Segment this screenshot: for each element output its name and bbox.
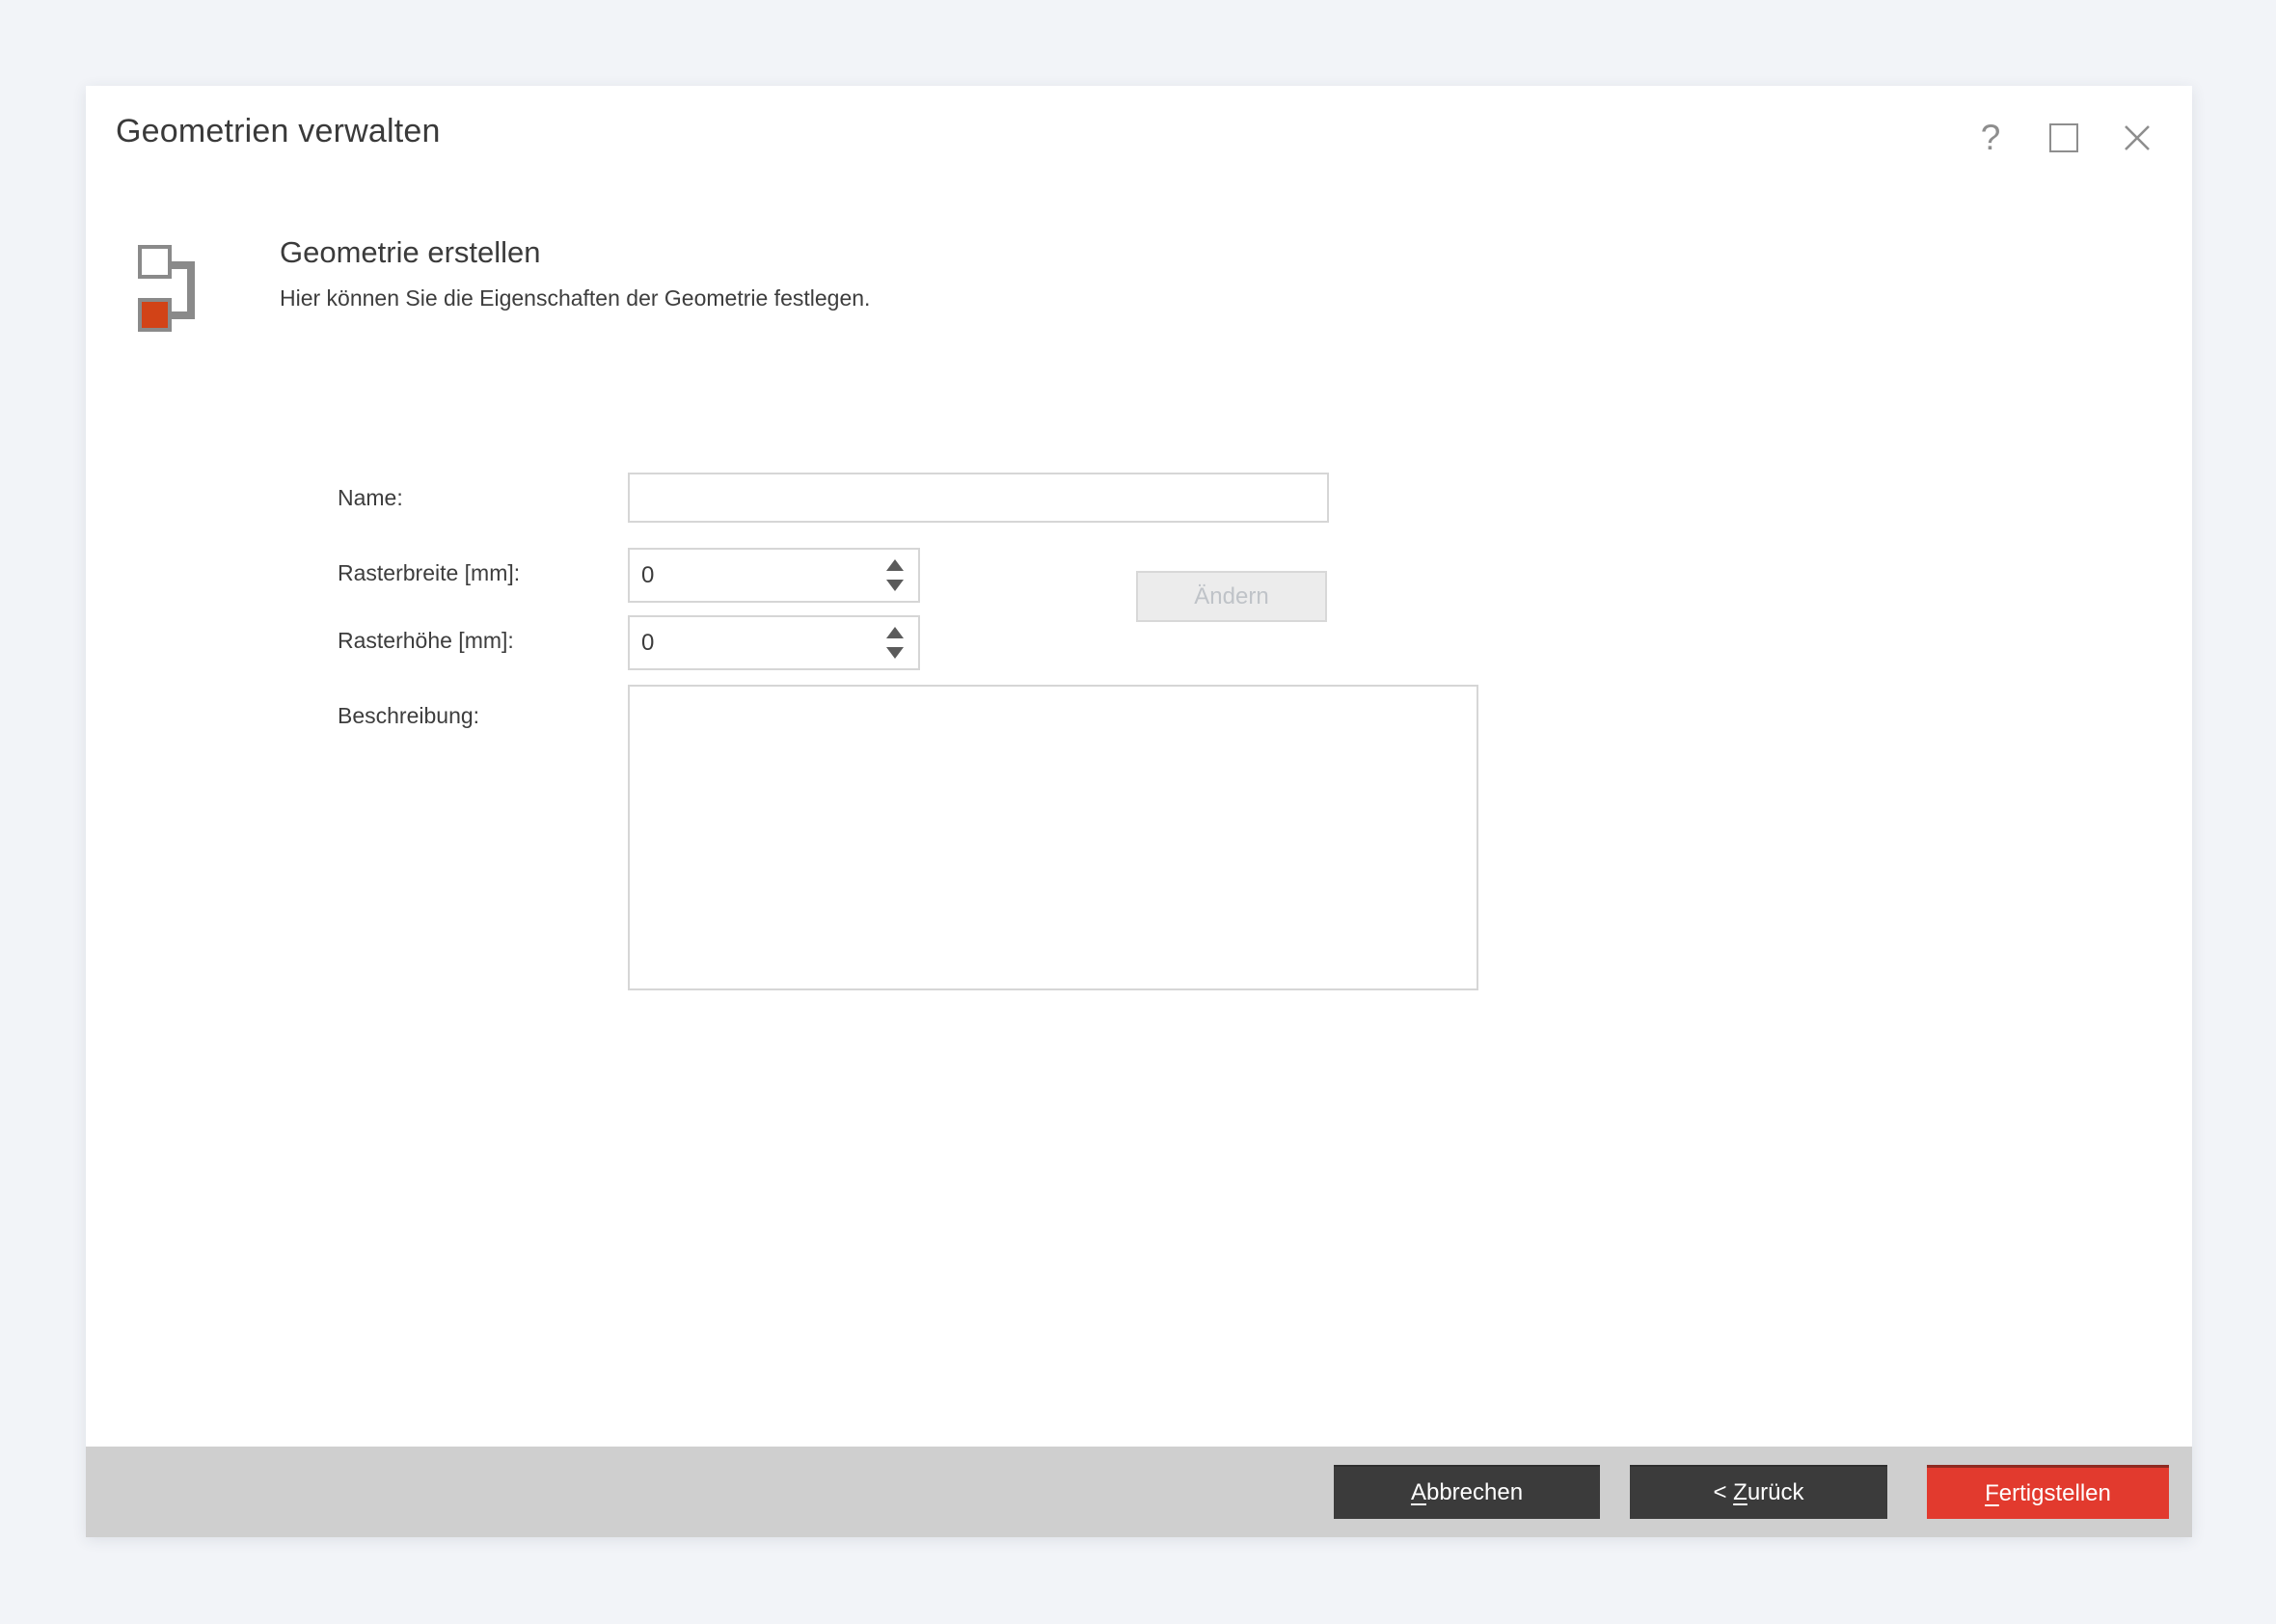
window-controls: ?	[1970, 117, 2157, 159]
arrow-up-icon	[886, 627, 904, 638]
step-description: Hier können Sie die Eigenschaften der Ge…	[280, 283, 870, 313]
raster-width-input[interactable]	[630, 550, 872, 601]
maximize-icon	[2049, 123, 2078, 152]
maximize-button[interactable]	[2044, 117, 2084, 159]
help-button[interactable]: ?	[1970, 117, 2011, 159]
raster-width-label: Rasterbreite [mm]:	[338, 558, 520, 587]
raster-width-spin-down-button[interactable]	[882, 580, 908, 591]
cancel-label-rest: bbrechen	[1426, 1479, 1523, 1506]
raster-width-field	[628, 548, 920, 603]
back-accesskey: Z	[1733, 1479, 1748, 1506]
close-button[interactable]	[2117, 117, 2157, 159]
description-textarea[interactable]	[628, 685, 1478, 990]
raster-height-label: Rasterhöhe [mm]:	[338, 626, 514, 655]
footer-bar: Abbrechen < Zurück Fertigstellen	[86, 1447, 2192, 1537]
raster-height-spin-down-button[interactable]	[882, 647, 908, 659]
back-prefix: <	[1713, 1479, 1733, 1506]
raster-height-field	[628, 615, 920, 670]
raster-width-spinner	[872, 550, 918, 601]
change-button[interactable]: Ändern	[1136, 571, 1327, 622]
back-label-rest: urück	[1748, 1479, 1804, 1506]
raster-width-spin-up-button[interactable]	[882, 559, 908, 571]
finish-accesskey: F	[1985, 1480, 1999, 1507]
geometry-step-icon	[137, 244, 204, 333]
back-button[interactable]: < Zurück	[1630, 1465, 1887, 1519]
description-label: Beschreibung:	[338, 701, 479, 730]
finish-label-rest: ertigstellen	[1999, 1480, 2111, 1507]
window-title: Geometrien verwalten	[116, 109, 441, 153]
name-label: Name:	[338, 483, 403, 512]
name-input[interactable]	[628, 473, 1329, 523]
raster-height-input[interactable]	[630, 617, 872, 668]
close-icon	[2121, 122, 2154, 154]
cancel-accesskey: A	[1411, 1479, 1426, 1506]
arrow-down-icon	[886, 580, 904, 591]
arrow-down-icon	[886, 647, 904, 659]
finish-button[interactable]: Fertigstellen	[1927, 1465, 2169, 1519]
cancel-button[interactable]: Abbrechen	[1334, 1465, 1600, 1519]
raster-height-spin-up-button[interactable]	[882, 627, 908, 638]
step-title: Geometrie erstellen	[280, 232, 541, 273]
raster-height-spinner	[872, 617, 918, 668]
arrow-up-icon	[886, 559, 904, 571]
geometry-wizard-dialog: Geometrien verwalten ? Geometrie erstell…	[86, 86, 2192, 1537]
help-icon: ?	[1981, 118, 2001, 158]
